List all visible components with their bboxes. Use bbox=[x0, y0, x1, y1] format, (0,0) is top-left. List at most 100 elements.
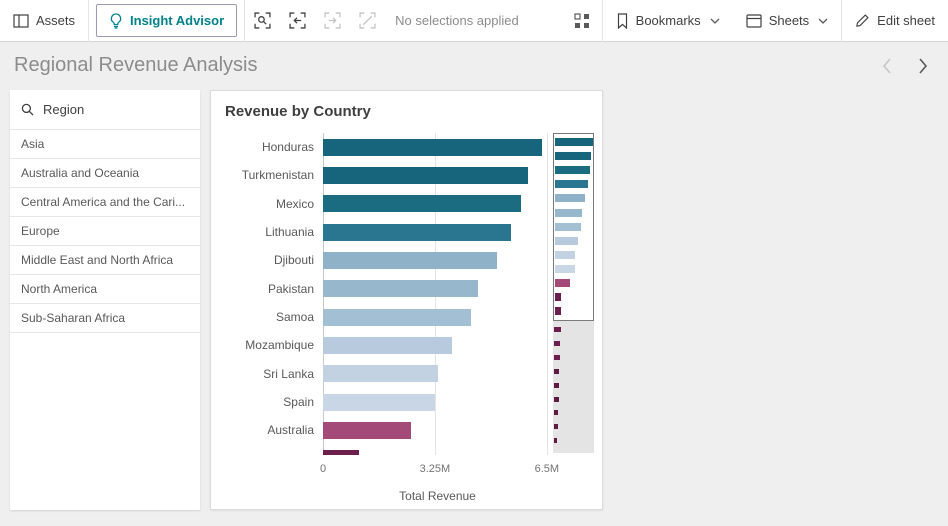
minimap-bar bbox=[555, 279, 570, 287]
bar-label: Djibouti bbox=[211, 253, 323, 267]
minimap-bar bbox=[554, 424, 558, 429]
bar-track bbox=[323, 422, 552, 439]
bar-label: Lithuania bbox=[211, 225, 323, 239]
filter-pane-header[interactable]: Region bbox=[10, 90, 200, 130]
filter-item[interactable]: Europe bbox=[10, 217, 200, 246]
bar-lithuania[interactable] bbox=[323, 224, 511, 241]
bar-australia[interactable] bbox=[323, 422, 411, 439]
filter-item[interactable]: Sub-Saharan Africa bbox=[10, 304, 200, 333]
assets-label: Assets bbox=[36, 13, 75, 28]
insight-advisor-button[interactable]: Insight Advisor bbox=[96, 4, 237, 37]
assets-button[interactable]: Assets bbox=[0, 0, 88, 42]
bar-label: Samoa bbox=[211, 310, 323, 324]
chart-rows: Honduras Turkmenistan Mexico Lithuania Djibo… bbox=[211, 133, 552, 455]
axis-tick-label: 6.5M bbox=[535, 463, 559, 475]
previous-sheet-button[interactable] bbox=[876, 53, 898, 79]
bar-turkmenistan[interactable] bbox=[323, 167, 528, 184]
bar-spain[interactable] bbox=[323, 394, 435, 411]
minimap-bar bbox=[555, 138, 593, 146]
minimap-bar bbox=[555, 194, 585, 202]
sheet-titlebar: Regional Revenue Analysis bbox=[0, 43, 948, 88]
step-back-selection-button[interactable] bbox=[280, 0, 315, 42]
minimap-bar bbox=[555, 293, 561, 301]
step-forward-selection-button[interactable] bbox=[315, 0, 350, 42]
app-objects-grid-button[interactable] bbox=[562, 0, 602, 42]
bookmarks-button[interactable]: Bookmarks bbox=[603, 0, 733, 42]
bar-honduras[interactable] bbox=[323, 139, 542, 156]
bar-label: Pakistan bbox=[211, 282, 323, 296]
search-icon bbox=[21, 103, 34, 116]
bar-sri-lanka[interactable] bbox=[323, 365, 438, 382]
next-sheet-button[interactable] bbox=[912, 53, 934, 79]
bar-track bbox=[323, 224, 552, 241]
chart-row bbox=[211, 445, 552, 455]
chart-row: Lithuania bbox=[211, 218, 552, 246]
search-selections-button[interactable] bbox=[245, 0, 280, 42]
bar-track bbox=[323, 252, 552, 269]
sheet-title: Regional Revenue Analysis bbox=[14, 54, 258, 77]
minimap-bar bbox=[554, 369, 559, 374]
assets-panel-icon bbox=[13, 14, 29, 28]
bar-pakistan[interactable] bbox=[323, 280, 478, 297]
bar-mozambique[interactable] bbox=[323, 337, 452, 354]
revenue-by-country-chart: Revenue by Country Honduras Turkmenistan M… bbox=[210, 90, 603, 510]
bar-track bbox=[323, 337, 552, 354]
filter-item[interactable]: North America bbox=[10, 275, 200, 304]
clear-selections-button[interactable] bbox=[350, 0, 385, 42]
minimap-window[interactable] bbox=[553, 133, 594, 321]
minimap-bar bbox=[555, 223, 581, 231]
filter-item[interactable]: Central America and the Cari... bbox=[10, 188, 200, 217]
bar-djibouti[interactable] bbox=[323, 252, 497, 269]
bookmark-icon bbox=[616, 13, 629, 29]
sheets-button[interactable]: Sheets bbox=[733, 0, 841, 42]
axis-tick-label: 0 bbox=[320, 463, 326, 475]
app-window: Assets Insight Advisor bbox=[0, 0, 948, 526]
chart-scrollbar-minimap[interactable] bbox=[553, 133, 594, 453]
bar-label: Sri Lanka bbox=[211, 367, 323, 381]
minimap-bar bbox=[555, 251, 575, 259]
minimap-below bbox=[553, 321, 594, 453]
minimap-bar bbox=[555, 152, 591, 160]
minimap-bar bbox=[554, 327, 561, 332]
bar-label: Mozambique bbox=[211, 338, 323, 352]
filter-pane-title: Region bbox=[43, 102, 84, 117]
filter-list: AsiaAustralia and OceaniaCentral America… bbox=[10, 130, 200, 333]
bar-mexico[interactable] bbox=[323, 195, 521, 212]
chart-row: Djibouti bbox=[211, 246, 552, 274]
chart-row: Sri Lanka bbox=[211, 360, 552, 388]
filter-item[interactable]: Australia and Oceania bbox=[10, 159, 200, 188]
minimap-bar bbox=[555, 166, 590, 174]
chart-row: Honduras bbox=[211, 133, 552, 161]
axis-tick-label: 3.25M bbox=[420, 463, 451, 475]
toolbar-right-group: Bookmarks Sheets bbox=[562, 0, 948, 42]
minimap-bar bbox=[555, 307, 561, 315]
sheet-navigation bbox=[876, 53, 934, 79]
chart-row: Pakistan bbox=[211, 275, 552, 303]
chart-row: Mexico bbox=[211, 190, 552, 218]
chart-body: Honduras Turkmenistan Mexico Lithuania Djibo… bbox=[211, 133, 602, 509]
filter-item[interactable]: Middle East and North Africa bbox=[10, 246, 200, 275]
chevron-down-icon bbox=[710, 18, 720, 24]
minimap-bar bbox=[554, 410, 558, 415]
minimap-bar bbox=[554, 438, 557, 443]
bar-label: Spain bbox=[211, 395, 323, 409]
insight-advisor-label: Insight Advisor bbox=[130, 13, 224, 28]
filter-item[interactable]: Asia bbox=[10, 130, 200, 159]
chart-title: Revenue by Country bbox=[225, 103, 371, 120]
bar-track bbox=[323, 450, 552, 455]
chart-row: Mozambique bbox=[211, 331, 552, 359]
bar-label: Turkmenistan bbox=[211, 168, 323, 182]
minimap-bar bbox=[554, 397, 559, 402]
bar-unlabeled[interactable] bbox=[323, 450, 359, 455]
edit-sheet-button[interactable]: Edit sheet bbox=[842, 0, 948, 42]
chart-row: Turkmenistan bbox=[211, 161, 552, 189]
bar-samoa[interactable] bbox=[323, 309, 471, 326]
selections-status-text: No selections applied bbox=[395, 13, 519, 28]
bar-label: Mexico bbox=[211, 197, 323, 211]
region-filter-pane: Region AsiaAustralia and OceaniaCentral … bbox=[10, 90, 200, 510]
axis-ticks: 03.25M6.5M bbox=[323, 463, 552, 477]
bar-track bbox=[323, 394, 552, 411]
bar-label: Australia bbox=[211, 423, 323, 437]
bookmarks-label: Bookmarks bbox=[636, 13, 701, 28]
minimap-bar bbox=[554, 383, 559, 388]
